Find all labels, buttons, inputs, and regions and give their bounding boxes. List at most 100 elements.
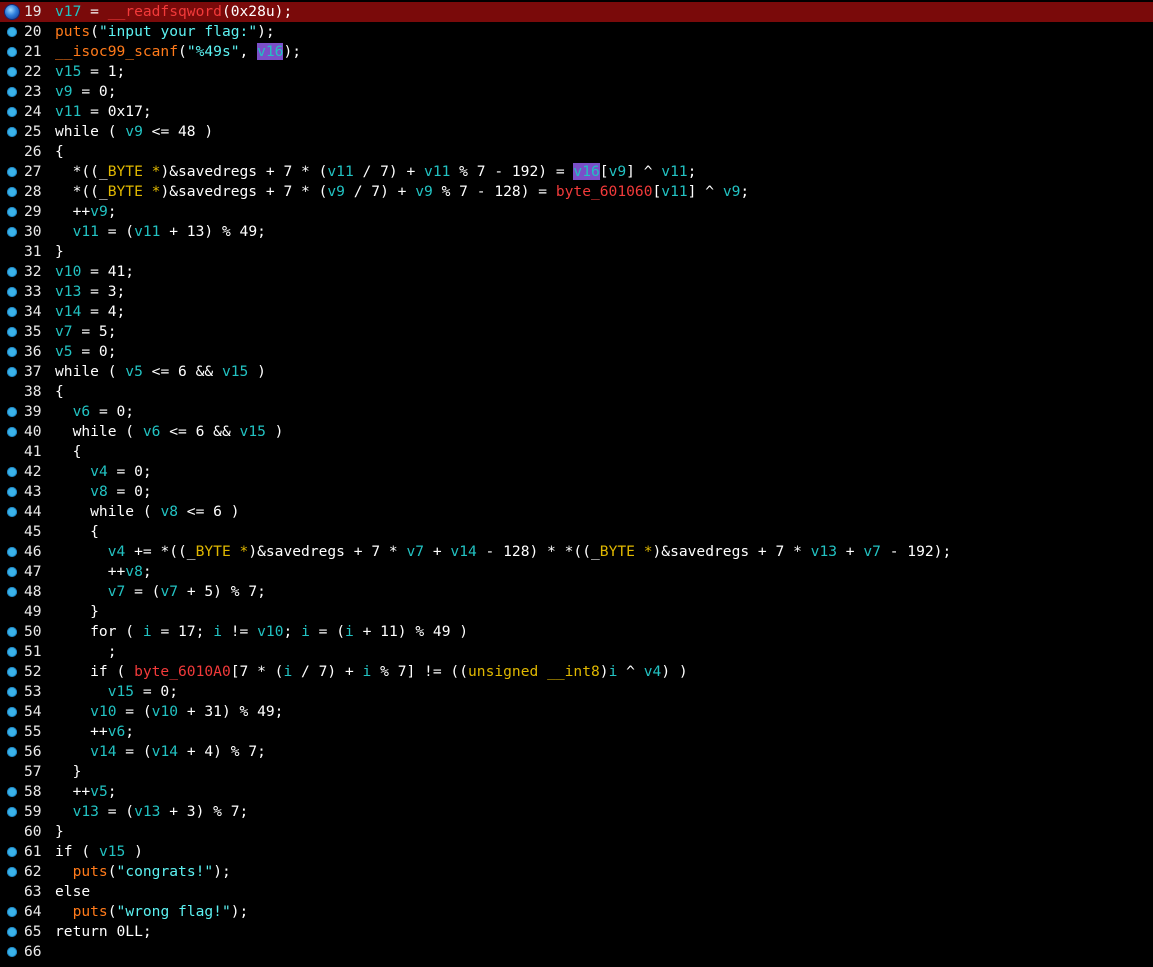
code-text[interactable]: while ( v9 <= 48 ) <box>55 122 213 142</box>
breakpoint-marker-icon[interactable] <box>7 507 17 517</box>
code-text[interactable]: puts("input your flag:"); <box>55 22 275 42</box>
current-code-line[interactable]: 19 v17 = __readfsqword(0x28u); <box>0 2 1153 22</box>
code-text[interactable]: v13 = (v13 + 3) % 7; <box>55 802 249 822</box>
breakpoint-marker-icon[interactable] <box>7 467 17 477</box>
breakpoint-marker-icon[interactable] <box>7 407 17 417</box>
code-text[interactable]: *((_BYTE *)&savedregs + 7 * (v9 / 7) + v… <box>55 182 750 202</box>
code-line[interactable]: 39 v6 = 0; <box>0 402 1153 422</box>
code-line[interactable]: 42 v4 = 0; <box>0 462 1153 482</box>
breakpoint-marker-icon[interactable] <box>7 347 17 357</box>
code-line[interactable]: 65 return 0LL; <box>0 922 1153 942</box>
breakpoint-marker-icon[interactable] <box>7 687 17 697</box>
code-line[interactable]: 56 v14 = (v14 + 4) % 7; <box>0 742 1153 762</box>
code-text[interactable]: ; <box>55 642 117 662</box>
breakpoint-marker-icon[interactable] <box>7 207 17 217</box>
code-line[interactable]: 35 v7 = 5; <box>0 322 1153 342</box>
breakpoint-marker-icon[interactable] <box>7 587 17 597</box>
code-text[interactable]: v17 = __readfsqword(0x28u); <box>55 2 292 22</box>
code-line[interactable]: 29 ++v9; <box>0 202 1153 222</box>
code-line[interactable]: 57 } <box>0 762 1153 782</box>
code-text[interactable]: v15 = 0; <box>55 682 178 702</box>
code-line[interactable]: 49 } <box>0 602 1153 622</box>
code-line[interactable]: 43 v8 = 0; <box>0 482 1153 502</box>
code-text[interactable]: v7 = (v7 + 5) % 7; <box>55 582 266 602</box>
breakpoint-marker-icon[interactable] <box>7 47 17 57</box>
code-line[interactable]: 26 { <box>0 142 1153 162</box>
code-text[interactable]: v10 = 41; <box>55 262 134 282</box>
code-line[interactable]: 24 v11 = 0x17; <box>0 102 1153 122</box>
code-line[interactable]: 59 v13 = (v13 + 3) % 7; <box>0 802 1153 822</box>
code-line[interactable]: 36 v5 = 0; <box>0 342 1153 362</box>
breakpoint-marker-icon[interactable] <box>7 927 17 937</box>
code-line[interactable]: 48 v7 = (v7 + 5) % 7; <box>0 582 1153 602</box>
breakpoint-marker-icon[interactable] <box>7 67 17 77</box>
code-line[interactable]: 23 v9 = 0; <box>0 82 1153 102</box>
code-text[interactable]: v6 = 0; <box>55 402 135 422</box>
code-text[interactable]: while ( v8 <= 6 ) <box>55 502 239 522</box>
breakpoint-marker-icon[interactable] <box>7 707 17 717</box>
code-line[interactable]: 28 *((_BYTE *)&savedregs + 7 * (v9 / 7) … <box>0 182 1153 202</box>
code-text[interactable]: v14 = 4; <box>55 302 125 322</box>
code-line[interactable]: 52 if ( byte_6010A0[7 * (i / 7) + i % 7]… <box>0 662 1153 682</box>
code-text[interactable]: return 0LL; <box>55 922 152 942</box>
code-line[interactable]: 53 v15 = 0; <box>0 682 1153 702</box>
code-line[interactable]: 37 while ( v5 <= 6 && v15 ) <box>0 362 1153 382</box>
code-text[interactable]: v11 = 0x17; <box>55 102 152 122</box>
code-text[interactable]: if ( byte_6010A0[7 * (i / 7) + i % 7] !=… <box>55 662 688 682</box>
code-line[interactable]: 66 <box>0 942 1153 962</box>
code-text[interactable]: { <box>55 382 64 402</box>
code-line[interactable]: 58 ++v5; <box>0 782 1153 802</box>
breakpoint-marker-icon[interactable] <box>7 287 17 297</box>
code-text[interactable]: while ( v6 <= 6 && v15 ) <box>55 422 284 442</box>
code-text[interactable]: else <box>55 882 90 902</box>
code-text[interactable]: } <box>55 242 64 262</box>
breakpoint-marker-icon[interactable] <box>7 867 17 877</box>
code-text[interactable]: puts("wrong flag!"); <box>55 902 249 922</box>
code-line[interactable]: 61 if ( v15 ) <box>0 842 1153 862</box>
code-line[interactable]: 55 ++v6; <box>0 722 1153 742</box>
code-line[interactable]: 54 v10 = (v10 + 31) % 49; <box>0 702 1153 722</box>
code-line[interactable]: 47 ++v8; <box>0 562 1153 582</box>
breakpoint-marker-icon[interactable] <box>7 227 17 237</box>
code-text[interactable]: v11 = (v11 + 13) % 49; <box>55 222 266 242</box>
code-line[interactable]: 31} <box>0 242 1153 262</box>
breakpoint-marker-icon[interactable] <box>7 327 17 337</box>
code-text[interactable]: { <box>55 442 82 462</box>
breakpoint-marker-icon[interactable] <box>7 267 17 277</box>
breakpoint-marker-icon[interactable] <box>7 747 17 757</box>
breakpoint-marker-icon[interactable] <box>7 627 17 637</box>
code-line[interactable]: 46 v4 += *((_BYTE *)&savedregs + 7 * v7 … <box>0 542 1153 562</box>
pseudocode-editor[interactable]: 19 v17 = __readfsqword(0x28u); 20 puts("inp… <box>0 2 1153 962</box>
code-text[interactable]: v7 = 5; <box>55 322 117 342</box>
current-instruction-marker-icon[interactable] <box>5 5 19 19</box>
code-line[interactable]: 44 while ( v8 <= 6 ) <box>0 502 1153 522</box>
code-text[interactable]: v9 = 0; <box>55 82 117 102</box>
code-line[interactable]: 60} <box>0 822 1153 842</box>
breakpoint-marker-icon[interactable] <box>7 807 17 817</box>
code-line[interactable]: 22 v15 = 1; <box>0 62 1153 82</box>
breakpoint-marker-icon[interactable] <box>7 647 17 657</box>
code-text[interactable]: v8 = 0; <box>55 482 152 502</box>
code-text[interactable]: ++v6; <box>55 722 134 742</box>
code-text[interactable]: while ( v5 <= 6 && v15 ) <box>55 362 266 382</box>
code-line[interactable]: 41 { <box>0 442 1153 462</box>
code-line[interactable]: 20 puts("input your flag:"); <box>0 22 1153 42</box>
code-line[interactable]: 63 else <box>0 882 1153 902</box>
code-line[interactable]: 51 ; <box>0 642 1153 662</box>
breakpoint-marker-icon[interactable] <box>7 27 17 37</box>
code-text[interactable]: *((_BYTE *)&savedregs + 7 * (v11 / 7) + … <box>55 162 696 182</box>
code-text[interactable]: v13 = 3; <box>55 282 125 302</box>
code-line[interactable]: 25 while ( v9 <= 48 ) <box>0 122 1153 142</box>
breakpoint-marker-icon[interactable] <box>7 427 17 437</box>
breakpoint-marker-icon[interactable] <box>7 127 17 137</box>
code-text[interactable]: for ( i = 17; i != v10; i = (i + 11) % 4… <box>55 622 468 642</box>
breakpoint-marker-icon[interactable] <box>7 167 17 177</box>
code-text[interactable]: } <box>55 602 99 622</box>
code-line[interactable]: 32 v10 = 41; <box>0 262 1153 282</box>
breakpoint-marker-icon[interactable] <box>7 787 17 797</box>
code-line[interactable]: 33 v13 = 3; <box>0 282 1153 302</box>
code-text[interactable]: v4 = 0; <box>55 462 152 482</box>
code-text[interactable]: v14 = (v14 + 4) % 7; <box>55 742 266 762</box>
code-text[interactable]: { <box>55 142 64 162</box>
breakpoint-marker-icon[interactable] <box>7 307 17 317</box>
